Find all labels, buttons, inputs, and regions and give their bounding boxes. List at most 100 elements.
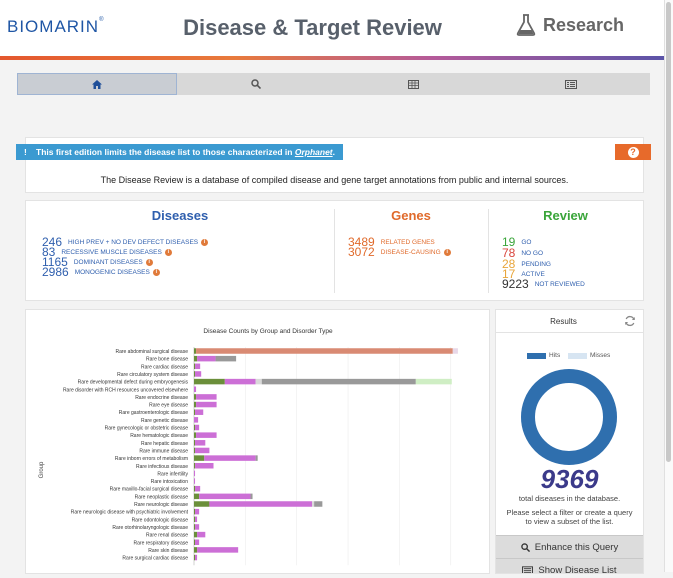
chart-category-label: Rare immune disease: [139, 448, 188, 454]
main-nav: [17, 73, 650, 95]
results-header: Results: [496, 310, 643, 333]
chart-category-label: Rare intoxication: [151, 479, 188, 485]
chart-category-label: Rare disorder with RCH resources uncover…: [63, 387, 188, 393]
genes-heading: Genes: [391, 208, 431, 223]
chart-category-label: Rare developmental defect during embryog…: [78, 380, 189, 386]
intro-text: The Disease Review is a database of comp…: [100, 175, 569, 185]
home-icon: [91, 79, 102, 89]
legend-misses[interactable]: Misses: [568, 352, 610, 359]
edition-end: .: [332, 147, 336, 157]
app-header: BIOMARIN® Disease & Target Review Resear…: [0, 0, 668, 57]
info-icon[interactable]: i: [152, 268, 160, 276]
diseases-column: Diseases 246 High prev + no dev defect di…: [26, 201, 334, 300]
stat-row[interactable]: 9223 Not reviewed: [502, 278, 585, 290]
results-panel: Results Hits Misses 9369 total diseases …: [495, 309, 644, 574]
stat-label[interactable]: No go: [521, 250, 543, 257]
chart-bar: [197, 547, 239, 553]
help-icon: ?: [627, 146, 639, 158]
stat-label[interactable]: Dominant diseases: [74, 259, 143, 266]
search-icon: [250, 79, 261, 89]
stat-label[interactable]: High prev + no dev defect diseases: [68, 239, 198, 246]
legend-hits[interactable]: Hits: [527, 352, 560, 359]
research-link[interactable]: Research: [515, 13, 624, 37]
info-icon[interactable]: i: [201, 238, 209, 246]
refresh-icon[interactable]: [624, 315, 636, 327]
chart-bar: [194, 424, 196, 431]
edition-banner: ! This first edition limits the disease …: [16, 144, 344, 160]
enhance-query-button[interactable]: Enhance this Query: [496, 535, 643, 558]
stat-row[interactable]: 3072 Disease-causing i: [348, 246, 451, 258]
chart-bar: [196, 348, 453, 354]
chart-bar: [194, 516, 196, 523]
chart-bar: [204, 455, 256, 461]
misses-swatch: [568, 352, 587, 359]
stat-label[interactable]: Pending: [521, 261, 551, 268]
chart-category-label: Rare inborn errors of metabolism: [115, 456, 188, 462]
list-icon: [565, 79, 578, 89]
chart-category-label: Rare hematologic disease: [130, 433, 188, 439]
chart-bar: [194, 378, 225, 385]
result-count: 9369: [540, 464, 599, 494]
chart-category-label: Rare endocrine disease: [135, 395, 188, 401]
chart-bar: [224, 378, 256, 385]
chart-category-label: Rare infertility: [157, 471, 188, 477]
tab-home[interactable]: [17, 73, 177, 95]
chart-bar: [261, 378, 416, 385]
info-icon[interactable]: i: [164, 248, 172, 256]
stat-label[interactable]: Monogenic diseases: [75, 269, 150, 276]
results-title: Results: [550, 317, 577, 326]
chart-category-label: Rare neurologic disease: [134, 502, 188, 508]
chart-bar: [194, 447, 196, 454]
info-icon[interactable]: i: [145, 258, 153, 266]
flask-icon: [516, 14, 536, 36]
help-button[interactable]: ?: [615, 144, 651, 160]
table-icon: [407, 79, 419, 89]
chart-category-label: Rare hepatic disease: [141, 441, 188, 447]
tab-list[interactable]: [492, 73, 650, 95]
results-donut: [521, 369, 617, 465]
chart-bar: [312, 501, 315, 507]
chart-category-label: Rare otorhinolaryngologic disease: [112, 525, 188, 531]
chart-category-label: Rare infectious disease: [136, 464, 188, 470]
stat-label[interactable]: Recessive muscle diseases: [61, 249, 161, 256]
chart-bar: [194, 417, 199, 423]
stat-label[interactable]: Go: [521, 239, 531, 246]
research-label: Research: [543, 14, 625, 35]
chart-bar: [194, 409, 196, 415]
chart-category-label: Rare neoplastic disease: [135, 494, 189, 500]
chart-panel: Disease Counts by Group and Disorder Typ…: [25, 309, 490, 574]
stat-row[interactable]: 2986 Monogenic diseases i: [42, 266, 160, 278]
hits-swatch: [527, 352, 546, 359]
chart-bar: [194, 394, 197, 400]
chart-bar: [194, 348, 197, 354]
chart-bar: [195, 516, 198, 523]
chart-bar: [197, 355, 216, 362]
stat-label[interactable]: Disease-causing: [381, 249, 441, 256]
stat-label[interactable]: Not reviewed: [535, 281, 585, 288]
chart-bar: [195, 409, 204, 415]
chart-bar: [194, 508, 196, 515]
stat-label[interactable]: Related genes: [381, 239, 435, 246]
tab-search[interactable]: [177, 73, 335, 95]
chart-bar: [194, 440, 196, 446]
header-stripe: [0, 56, 668, 60]
chart-category-label: Rare eye disease: [149, 403, 188, 409]
chart-bar: [194, 501, 210, 507]
genes-column: Genes 3489 Related genes 3072 Disease-caus…: [334, 201, 488, 300]
chart-ylabel: Group: [39, 461, 45, 478]
chart-bar: [195, 371, 202, 377]
chart-category-label: Rare abdominal surgical disease: [115, 349, 188, 355]
tab-table[interactable]: [335, 73, 493, 95]
chart-category-label: Rare neurologic disease with psychiatric…: [71, 510, 189, 516]
chart-bar: [196, 401, 217, 408]
misses-label: Misses: [590, 352, 611, 359]
orphanet-link[interactable]: Orphanet: [295, 147, 333, 157]
chart-category-label: Rare skin disease: [148, 548, 188, 554]
chart-bar: [195, 440, 206, 446]
show-disease-list-label: Show Disease List: [538, 564, 617, 574]
result-hint: Please select a filter or create a query…: [506, 508, 633, 526]
chart-bar: [194, 401, 197, 408]
scrollbar-thumb[interactable]: [666, 2, 671, 462]
stat-value: 2986: [42, 265, 69, 279]
info-icon[interactable]: i: [443, 248, 451, 256]
